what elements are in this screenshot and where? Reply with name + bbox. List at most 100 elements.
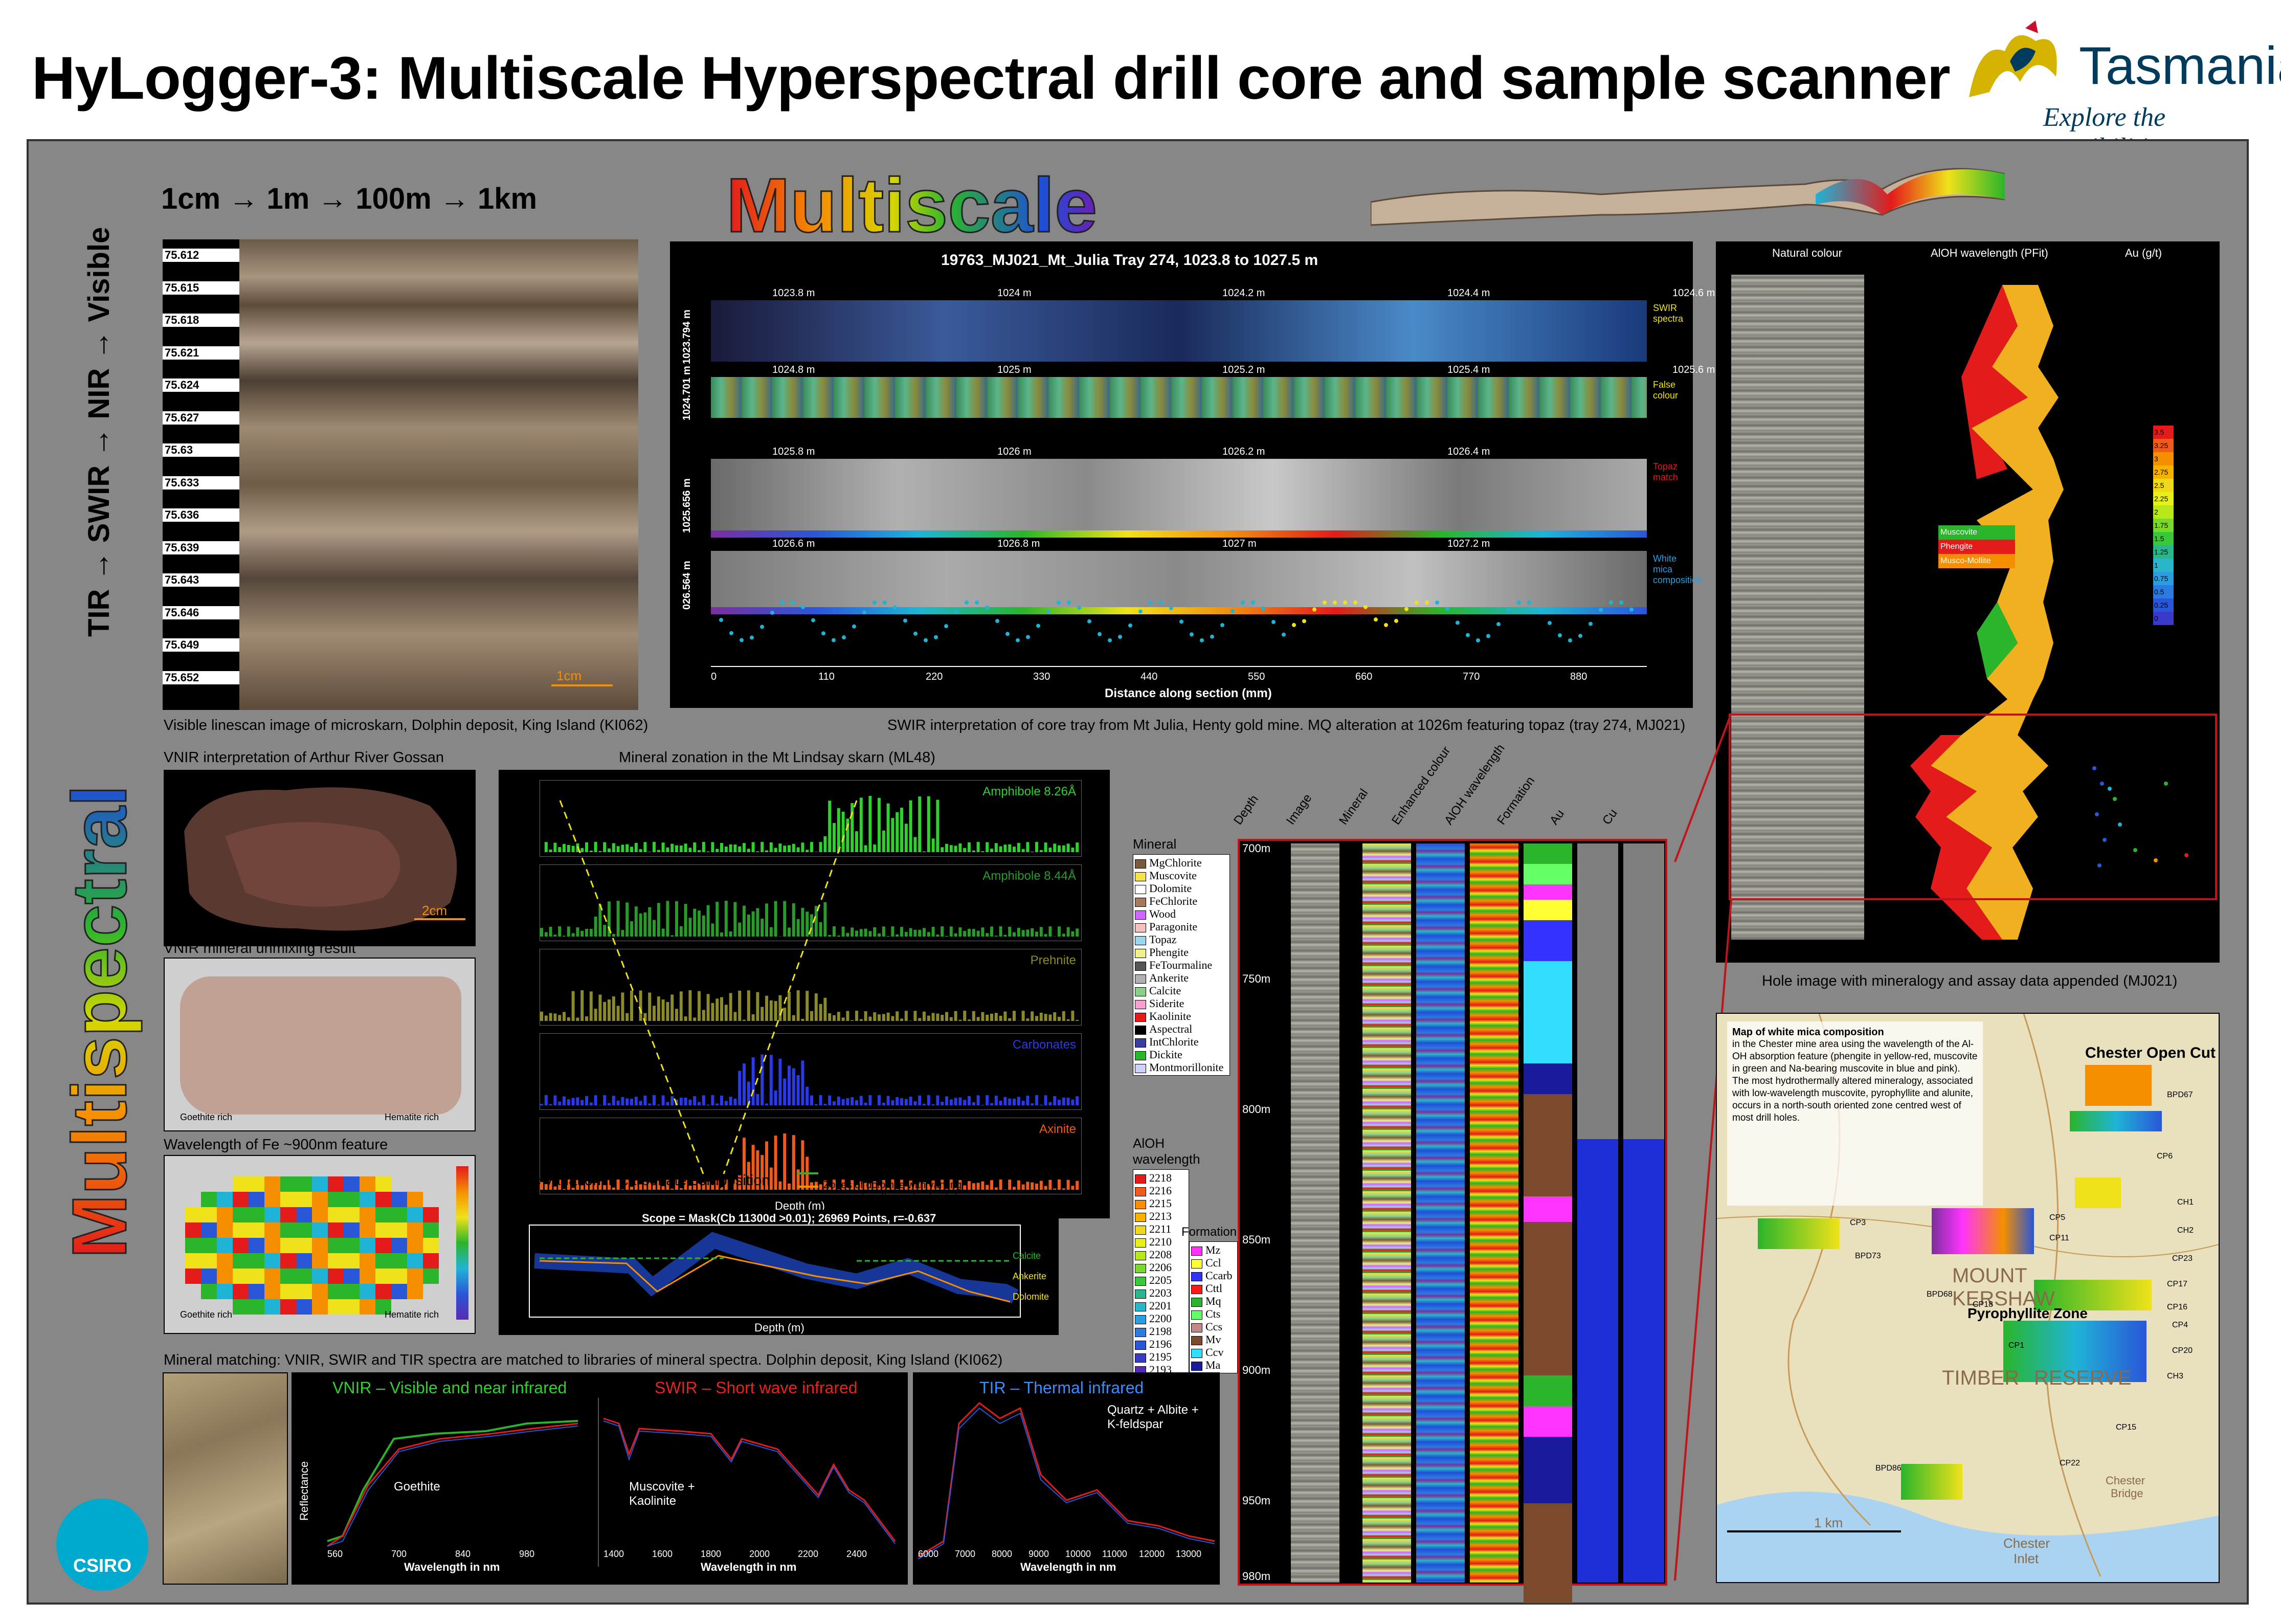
- mineral-legend-label: Aspectral: [1149, 1022, 1193, 1035]
- spectra-tick: 7000: [955, 1549, 976, 1559]
- tray-row-tick: 1026.4 m: [1447, 446, 1490, 457]
- fe-map-cell: [201, 1207, 217, 1222]
- fe-map-cell: [344, 1192, 360, 1207]
- mica-point: [1057, 600, 1061, 605]
- map-drillhole-label: CP20: [2172, 1346, 2193, 1355]
- mica-point: [1077, 606, 1081, 610]
- mineral-legend-label: Phengite: [1149, 946, 1189, 959]
- mica-point: [719, 618, 723, 622]
- mica-point: [1128, 623, 1132, 628]
- fe-wavelength-map: [185, 1176, 441, 1315]
- fe-map-cell: [312, 1299, 328, 1315]
- fe-map-cell: [375, 1222, 391, 1238]
- mica-point: [801, 605, 805, 609]
- spectra-tir-title: TIR – Thermal infrared: [979, 1378, 1144, 1397]
- spectra-tick: 12000: [1139, 1549, 1165, 1559]
- gossan-scale-label: 2cm: [422, 903, 448, 918]
- linescan-depth-tick: 75.627: [163, 411, 239, 425]
- spectra-vnir-title: VNIR – Visible and near infrared: [332, 1378, 567, 1397]
- aloh-legend-swatch: [1135, 1251, 1146, 1260]
- map-drillhole-label: CH1: [2177, 1198, 2194, 1207]
- strip-formation-block: [1524, 1437, 1572, 1503]
- strip-aloh-column: [1470, 843, 1518, 1583]
- hole-legend-item: Phengite: [1938, 540, 2015, 554]
- spectra-tick: 2000: [749, 1549, 770, 1559]
- fe-map-cell: [391, 1192, 407, 1207]
- mica-point: [1425, 600, 1429, 605]
- strip-formation-block: [1524, 1063, 1572, 1094]
- tray-row-tick: 1027 m: [1222, 538, 1257, 549]
- linescan-depth-tick: 75.649: [163, 638, 239, 652]
- au-scale-row: 1.5: [2153, 532, 2174, 545]
- fe-map-cell: [264, 1192, 280, 1207]
- mica-point: [985, 605, 989, 610]
- hole-au-colour-scale: 3.5 3.25 3 2.75 2.5 2.25 2 1.75 1.5 1.25 1 0.75 0.5 0…: [2153, 426, 2194, 625]
- mineral-legend-swatch: [1135, 999, 1146, 1009]
- multiscale-heading: Multiscale: [725, 161, 1098, 250]
- fe-map-cell: [391, 1207, 407, 1222]
- fe-map-cell: [391, 1222, 407, 1238]
- tray-row-tick: 1026.6 m: [772, 538, 815, 549]
- aloh-legend-swatch: [1135, 1199, 1146, 1209]
- fe-map-cell: [375, 1284, 391, 1299]
- formation-legend-label: Ma: [1205, 1359, 1221, 1371]
- hole-column-label: Au (g/t): [2125, 247, 2162, 259]
- fe-map-cell: [185, 1269, 201, 1284]
- spectra-tick: 8000: [992, 1549, 1013, 1559]
- tray-row-label: Topaz match: [1653, 461, 1679, 482]
- mica-point: [1210, 634, 1214, 639]
- mica-point: [1384, 622, 1388, 627]
- mica-point: [1108, 638, 1112, 642]
- scale-chain-heading: 1cm → 1m → 100m → 1km: [161, 182, 538, 215]
- formation-legend-item: Ccarb: [1191, 1269, 1236, 1282]
- spectra-tir-xlabel: Wavelength in nm: [1020, 1561, 1116, 1573]
- mica-point: [1067, 600, 1071, 605]
- strip-formation-block: [1524, 1222, 1572, 1375]
- fe-map-cell: [264, 1222, 280, 1238]
- aloh-legend-label: 2203: [1149, 1286, 1172, 1299]
- mineral-legend-label: Paragonite: [1149, 920, 1198, 933]
- fe-map-cell: [312, 1192, 328, 1207]
- fe-map-cell: [217, 1238, 233, 1253]
- strip-log-header: Image: [1284, 791, 1315, 828]
- linescan-depth-tick: 75.63: [163, 443, 239, 457]
- mica-point: [1629, 607, 1634, 612]
- au-scale-row: 0.25: [2153, 598, 2174, 612]
- strip-log-depth: 850m: [1242, 1233, 1271, 1246]
- fe-map-cell: [328, 1207, 344, 1222]
- map-drillhole-label: BPD86: [1875, 1464, 1902, 1473]
- fe-map-cell: [264, 1299, 280, 1315]
- aloh-legend-swatch: [1135, 1174, 1146, 1184]
- strip-au-column: [1577, 843, 1618, 1583]
- linescan-depth-tick: 75.621: [163, 346, 239, 360]
- aloh-legend-item: 2198: [1135, 1325, 1187, 1338]
- fe-map-cell: [201, 1284, 217, 1299]
- fe-map-cell: [328, 1192, 344, 1207]
- aloh-legend-item: 2208: [1135, 1248, 1187, 1261]
- mineral-legend-item: IntChlorite: [1135, 1035, 1228, 1048]
- hole-column-label: Natural colour: [1772, 247, 1842, 259]
- mineral-legend-item: Wood: [1135, 907, 1228, 920]
- fe-map-cell: [296, 1284, 312, 1299]
- mica-point: [1149, 600, 1153, 605]
- drillhole-3d-render: [1370, 153, 2006, 240]
- tray-row-depth: 026.564 m: [681, 561, 692, 610]
- mica-point: [1609, 600, 1613, 605]
- fe-map-cell: [407, 1269, 423, 1284]
- aloh-legend-swatch: [1135, 1263, 1146, 1273]
- formation-legend-label: Ccs: [1205, 1320, 1222, 1333]
- mica-point: [811, 618, 815, 622]
- formation-legend-item: Ccs: [1191, 1320, 1236, 1333]
- mica-point: [873, 600, 877, 605]
- cyclic-right-label: Dolomite: [1013, 1292, 1049, 1302]
- mica-point: [1046, 610, 1050, 614]
- spectra-tick: 6000: [918, 1549, 939, 1559]
- cyclic-xlabel: Depth (m): [754, 1321, 804, 1334]
- map-label: Chester: [2003, 1536, 2050, 1551]
- mica-point: [1507, 608, 1511, 613]
- map-drillhole-label: CP15: [2116, 1423, 2137, 1432]
- map-drillhole-label: CP5: [2049, 1213, 2066, 1222]
- fe-map-cell: [264, 1238, 280, 1253]
- fe-map-cell: [360, 1192, 375, 1207]
- map-drillhole-label: CP22: [2060, 1459, 2081, 1467]
